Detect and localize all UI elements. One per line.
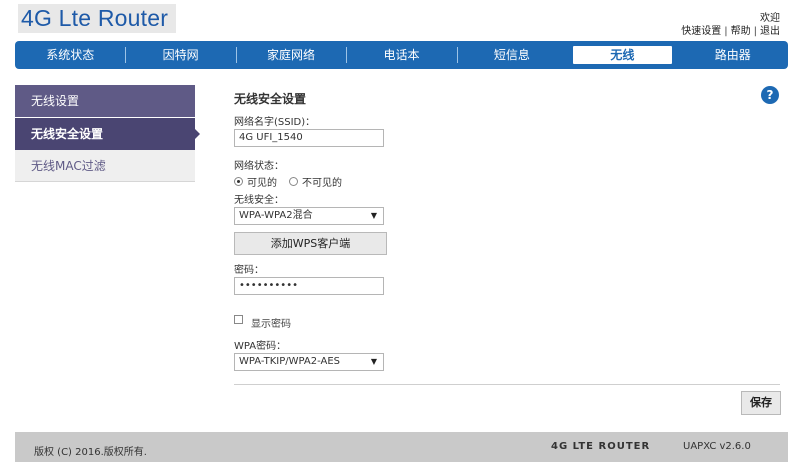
question-icon[interactable]: ?: [761, 86, 779, 104]
copyright-text: 版权 (C) 2016.版权所有.: [34, 447, 147, 458]
nav-item-internet[interactable]: 因特网: [125, 41, 235, 69]
form-divider: [234, 384, 780, 385]
quick-setup-link[interactable]: 快速设置: [681, 26, 721, 37]
nav-item-wireless[interactable]: 无线: [567, 41, 677, 69]
nav-item-router[interactable]: 路由器: [678, 41, 788, 69]
page-title: 无线安全设置: [234, 92, 307, 106]
security-label: 无线安全：: [234, 195, 284, 206]
link-separator: |: [753, 26, 757, 37]
app-logo: 4G Lte Router: [18, 4, 176, 33]
security-select[interactable]: WPA-WPA2混合 ▼: [234, 207, 384, 225]
nav-item-phonebook[interactable]: 电话本: [346, 41, 456, 69]
nav-item-wireless-label: 无线: [573, 46, 672, 64]
ssid-input[interactable]: 4G UFI_1540: [234, 129, 384, 147]
welcome-text: 欢迎: [760, 13, 780, 24]
show-password-label: 显示密码: [251, 319, 291, 330]
ssid-label: 网络名字(SSID)：: [234, 117, 316, 128]
invisible-radio-label: 不可见的: [302, 178, 342, 189]
password-input[interactable]: ••••••••••: [234, 277, 384, 295]
show-password-checkbox[interactable]: [234, 315, 243, 324]
logout-link[interactable]: 退出: [760, 26, 780, 37]
visible-radio-label: 可见的: [247, 178, 277, 189]
visible-radio[interactable]: [234, 177, 243, 186]
version-text: UAPXC v2.6.0: [683, 441, 751, 452]
chevron-down-icon: ▼: [370, 211, 377, 220]
footer-brand: 4G LTE ROUTER: [551, 441, 651, 452]
save-button[interactable]: 保存: [741, 391, 781, 415]
help-link[interactable]: 帮助: [731, 26, 751, 37]
header-top-right: 欢迎 快速设置 | 帮助 | 退出: [681, 12, 780, 39]
network-status-radios: 可见的 不可见的: [234, 174, 354, 189]
invisible-radio[interactable]: [289, 177, 298, 186]
link-separator: |: [724, 26, 728, 37]
chevron-down-icon: ▼: [370, 357, 377, 366]
footer: 版权 (C) 2016.版权所有. 4G LTE ROUTER UAPXC v2…: [15, 432, 788, 462]
sidebar: 无线设置 无线安全设置 无线MAC过滤: [15, 85, 200, 182]
security-select-value: WPA-WPA2混合: [239, 210, 313, 221]
wpa-cipher-select-value: WPA-TKIP/WPA2-AES: [239, 356, 340, 367]
password-label: 密码：: [234, 265, 264, 276]
network-status-label: 网络状态：: [234, 161, 284, 172]
nav-item-status[interactable]: 系统状态: [15, 41, 125, 69]
sidebar-item-wireless-security[interactable]: 无线安全设置: [15, 118, 200, 150]
header-links: 快速设置 | 帮助 | 退出: [681, 25, 780, 39]
add-wps-client-button[interactable]: 添加WPS客户端: [234, 232, 387, 255]
wpa-cipher-select[interactable]: WPA-TKIP/WPA2-AES ▼: [234, 353, 384, 371]
sidebar-item-mac-filter[interactable]: 无线MAC过滤: [15, 150, 195, 182]
nav-item-home-network[interactable]: 家庭网络: [235, 41, 346, 69]
wpa-cipher-label: WPA密码：: [234, 341, 287, 352]
main-nav: 系统状态 因特网 家庭网络 电话本 短信息 无线 路由器: [15, 41, 788, 69]
nav-item-sms[interactable]: 短信息: [456, 41, 567, 69]
sidebar-item-wireless-settings[interactable]: 无线设置: [15, 85, 195, 117]
